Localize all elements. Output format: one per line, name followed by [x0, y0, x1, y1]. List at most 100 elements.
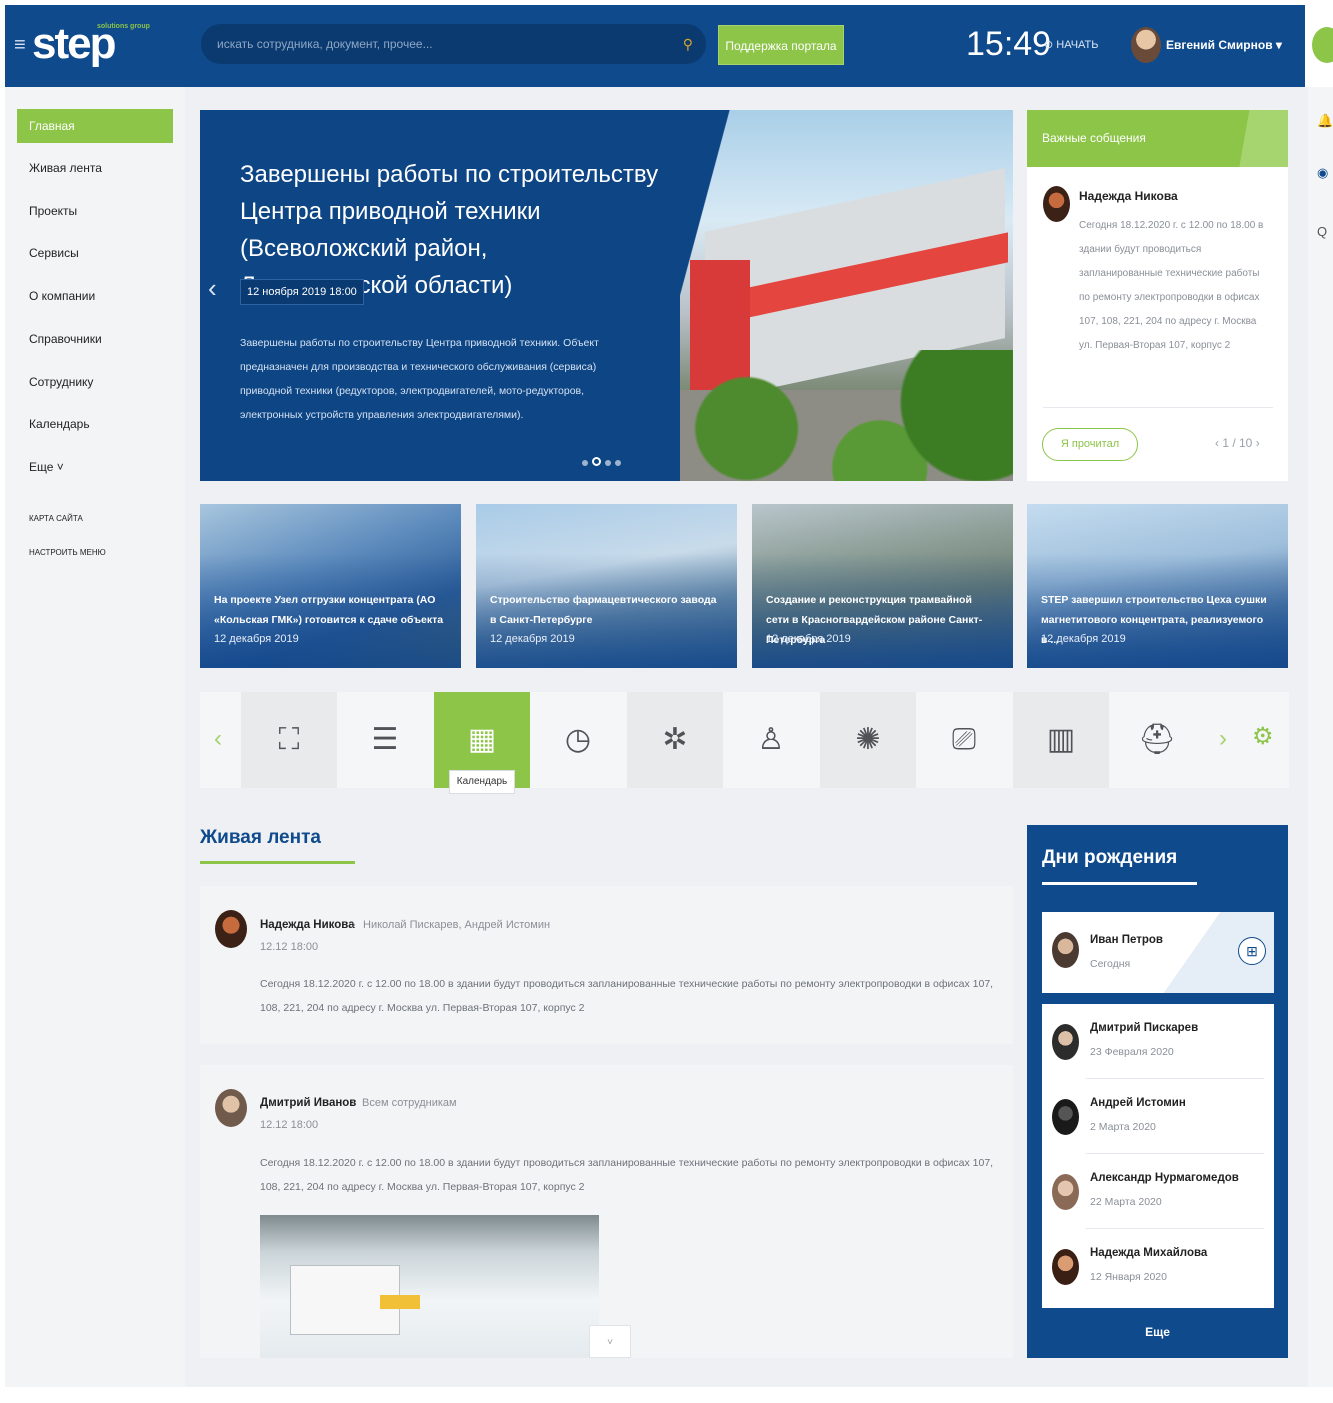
- divider: [1043, 407, 1273, 408]
- chevron-left-icon[interactable]: ‹: [214, 725, 222, 753]
- news-card[interactable]: На проекте Узел отгрузки концентрата (АО…: [200, 504, 461, 668]
- clock-icon[interactable]: ◷: [530, 692, 626, 788]
- arrow-right-icon: ›: [351, 1097, 355, 1109]
- avatar[interactable]: [1052, 1249, 1079, 1285]
- post-time: 12.12 18:00: [260, 1119, 319, 1131]
- more-birthdays-link[interactable]: Еще: [1027, 1325, 1288, 1339]
- sidebar-item-projects[interactable]: Проекты: [17, 194, 173, 228]
- chevron-down-icon[interactable]: ˅: [589, 1325, 631, 1358]
- list-item[interactable]: Александр Нурмагомедов 22 Марта 2020: [1042, 1154, 1274, 1229]
- sidebar-item-services[interactable]: Сервисы: [17, 236, 173, 270]
- settings-brain-icon[interactable]: ✺: [820, 692, 916, 788]
- list-item[interactable]: Дмитрий Пискарев 23 Февраля 2020: [1042, 1004, 1274, 1079]
- sidebar-item-feed[interactable]: Живая лента: [17, 151, 173, 185]
- post-recipients[interactable]: Николай Пискарев, Андрей Истомин: [363, 919, 550, 931]
- message-pager[interactable]: ‹ 1 / 10 ›: [1215, 436, 1260, 450]
- sidebar-item-home[interactable]: Главная: [17, 109, 173, 143]
- support-button[interactable]: Поддержка портала: [718, 25, 844, 65]
- profile-status-icon[interactable]: [1312, 27, 1333, 63]
- news-title[interactable]: На проекте Узел отгрузки концентрата (АО…: [214, 590, 444, 630]
- birthday-date: 23 Февраля 2020: [1090, 1046, 1174, 1058]
- post-author[interactable]: Дмитрий Иванов: [260, 1097, 356, 1109]
- sidebar-item-calendar[interactable]: Календарь: [17, 407, 173, 441]
- menu-icon[interactable]: ≡: [14, 35, 26, 55]
- network-icon[interactable]: ✲: [627, 692, 723, 788]
- news-date: 12 декабря 2019: [214, 633, 299, 645]
- sidebar-item-about[interactable]: О компании: [17, 279, 173, 313]
- gift-icon[interactable]: ⊞: [1238, 937, 1266, 965]
- gear-icon[interactable]: ⚙: [1252, 722, 1274, 751]
- chevron-left-icon[interactable]: ‹: [208, 273, 217, 304]
- slider-dot[interactable]: [582, 460, 588, 466]
- birthday-date: Сегодня: [1090, 958, 1131, 970]
- birthday-name[interactable]: Андрей Истомин: [1090, 1097, 1186, 1109]
- post-text: Сегодня 18.12.2020 г. с 12.00 по 18.00 в…: [260, 1157, 994, 1193]
- users-icon[interactable]: ♙: [723, 692, 819, 788]
- sidebar: Главная Живая лента Проекты Сервисы О ко…: [5, 87, 185, 1387]
- post-recipients[interactable]: Всем сотрудникам: [362, 1097, 457, 1109]
- avatar[interactable]: [215, 1089, 247, 1127]
- birthdays-title[interactable]: Дни рождения: [1042, 847, 1177, 869]
- post-text: Сегодня 18.12.2020 г. с 12.00 по 18.00 в…: [260, 978, 994, 1014]
- feed-title[interactable]: Живая лента: [200, 827, 321, 849]
- hero-date: 12 ноября 2019 18:00: [240, 279, 364, 305]
- news-title[interactable]: Строительство фармацевтического завода в…: [490, 590, 720, 630]
- news-card[interactable]: Создание и реконструкция трамвайной сети…: [752, 504, 1013, 668]
- database-icon[interactable]: ☰: [337, 692, 433, 788]
- feed-underline: [200, 861, 355, 864]
- avatar[interactable]: [1052, 932, 1079, 968]
- laptop-icon[interactable]: ⎚: [916, 692, 1012, 788]
- building-icon[interactable]: ▥: [1013, 692, 1109, 788]
- news-date: 12 декабря 2019: [490, 633, 575, 645]
- list-item[interactable]: Надежда Михайлова 12 Января 2020: [1042, 1229, 1274, 1304]
- user-menu[interactable]: Евгений Смирнов ▾: [1166, 38, 1282, 52]
- avatar[interactable]: [215, 910, 247, 948]
- birthday-date: 12 Января 2020: [1090, 1271, 1167, 1283]
- birthday-featured[interactable]: Иван Петров Сегодня ⊞: [1042, 912, 1274, 993]
- services-bar: ‹ ⛶ ☰ ▦ ◷ ✲ ♙ ✺ ⎚ ▥ ⛑ › ⚙: [200, 692, 1289, 788]
- chevron-right-icon[interactable]: ›: [1219, 725, 1227, 753]
- birthday-date: 2 Марта 2020: [1090, 1121, 1156, 1133]
- helmet-icon[interactable]: ⛑: [1109, 692, 1205, 788]
- arrow-right-icon: ›: [352, 919, 356, 931]
- search-box: ⚲: [201, 24, 706, 64]
- sidebar-item-more[interactable]: Еще ˅: [17, 450, 173, 484]
- news-date: 12 декабря 2019: [1041, 633, 1126, 645]
- mark-read-button[interactable]: Я прочитал: [1042, 428, 1138, 461]
- sidebar-item-employee[interactable]: Сотруднику: [17, 365, 173, 399]
- sitemap-link[interactable]: КАРТА САЙТА: [29, 514, 83, 523]
- message-author[interactable]: Надежда Никова: [1079, 189, 1178, 203]
- org-chart-icon[interactable]: ⛶: [241, 692, 337, 788]
- help-icon[interactable]: Q: [1317, 224, 1327, 239]
- birthday-name[interactable]: Иван Петров: [1090, 934, 1163, 946]
- birthdays-panel: Дни рождения Иван Петров Сегодня ⊞ Дмитр…: [1027, 825, 1288, 1358]
- important-title: Важные собщения: [1027, 110, 1288, 167]
- truck-stripe: [380, 1295, 420, 1309]
- search-icon[interactable]: ⚲: [683, 36, 693, 53]
- post-image[interactable]: [260, 1215, 599, 1358]
- start-button[interactable]: ⊙ НАЧАТЬ: [1044, 38, 1098, 51]
- list-item[interactable]: Андрей Истомин 2 Марта 2020: [1042, 1079, 1274, 1154]
- birthday-name[interactable]: Надежда Михайлова: [1090, 1247, 1207, 1259]
- news-card[interactable]: Строительство фармацевтического завода в…: [476, 504, 737, 668]
- slider-dot[interactable]: [615, 460, 621, 466]
- post-author[interactable]: Надежда Никова: [260, 919, 355, 931]
- sidebar-item-directories[interactable]: Справочники: [17, 322, 173, 356]
- birthday-name[interactable]: Дмитрий Пискарев: [1090, 1022, 1198, 1034]
- hero-slider[interactable]: Завершены работы по строительству Центра…: [200, 110, 1013, 481]
- top-header: ≡ step solutions group ⚲ Поддержка порта…: [5, 5, 1305, 87]
- bell-icon[interactable]: 🔔: [1317, 113, 1333, 129]
- chat-icon[interactable]: ◉: [1317, 165, 1328, 181]
- avatar[interactable]: [1052, 1174, 1079, 1210]
- user-avatar[interactable]: [1131, 27, 1161, 63]
- avatar[interactable]: [1052, 1024, 1079, 1060]
- configure-menu-link[interactable]: НАСТРОИТЬ МЕНЮ: [29, 548, 106, 557]
- search-input[interactable]: [217, 25, 657, 63]
- slider-dot[interactable]: [605, 460, 611, 466]
- slider-dot-active[interactable]: [592, 457, 601, 467]
- birthdays-underline: [1042, 882, 1197, 885]
- avatar[interactable]: [1052, 1099, 1079, 1135]
- tooltip: Календарь: [449, 770, 515, 794]
- birthday-name[interactable]: Александр Нурмагомедов: [1090, 1172, 1239, 1184]
- news-card[interactable]: STEP завершил строительство Цеха сушки м…: [1027, 504, 1288, 668]
